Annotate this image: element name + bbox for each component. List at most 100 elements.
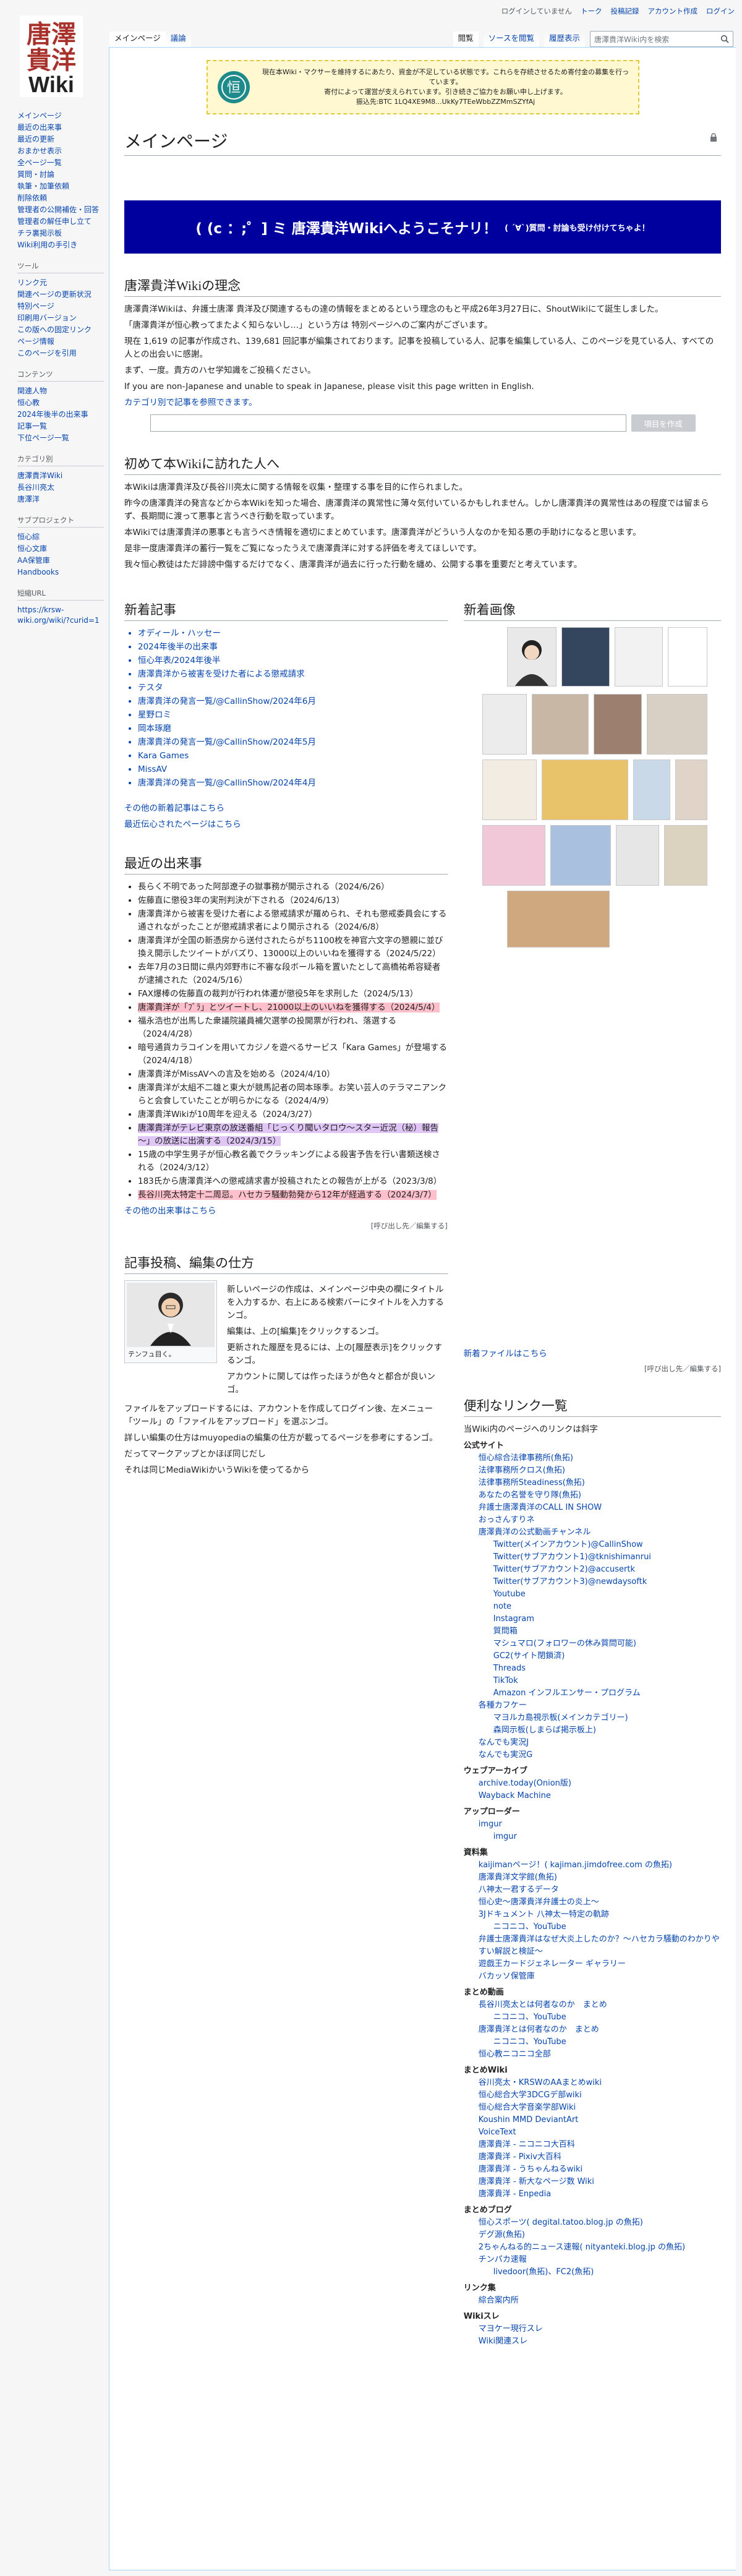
gallery-image[interactable] bbox=[506, 891, 610, 948]
link-item[interactable]: imgur bbox=[479, 1818, 721, 1831]
link-item[interactable]: Twitter(サブアカウント1)@tknishimanrui bbox=[493, 1551, 721, 1564]
sidebar-link[interactable]: Wiki利用の手引き bbox=[17, 239, 104, 251]
sidebar-link[interactable]: チラ裏掲示板 bbox=[17, 228, 104, 239]
gallery-image[interactable] bbox=[482, 760, 537, 820]
link-item[interactable]: 唐澤貴洋 - Pixiv大百科 bbox=[479, 2151, 721, 2163]
sidebar-link[interactable]: 全ページ一覧 bbox=[17, 157, 104, 169]
link-item[interactable]: archive.today(Onion版) bbox=[479, 1778, 721, 1790]
link-item[interactable]: 唐澤貴洋 - うちゃんねるwiki bbox=[479, 2163, 721, 2176]
gallery-image[interactable] bbox=[675, 760, 707, 820]
sidebar-link[interactable]: 最近の更新 bbox=[17, 134, 104, 145]
link-item[interactable]: Twitter(メインアカウント)@CallinShow bbox=[493, 1539, 721, 1551]
link-item[interactable]: マシュマロ(フォロワーの休み質問可能) bbox=[493, 1638, 721, 1650]
news-item[interactable]: テスタ bbox=[138, 682, 448, 695]
link-item[interactable]: 恒心教ニコニコ全部 bbox=[479, 2048, 721, 2061]
gallery-image[interactable] bbox=[482, 694, 527, 755]
link-item[interactable]: 弁護士唐澤貴洋はなぜ大炎上したのか？～ハセカラ騒動のわかりやすい解説と検証～ bbox=[479, 1933, 721, 1958]
tab-main-page[interactable]: メインページ bbox=[109, 32, 166, 47]
shorturl-link[interactable]: https://krsw-wiki.org/wiki/?curid=1 bbox=[17, 604, 104, 627]
images-edit-link[interactable]: [呼び出し先／編集する] bbox=[464, 1364, 721, 1374]
news-item[interactable]: MissAV bbox=[138, 763, 448, 776]
gallery-image[interactable] bbox=[646, 694, 707, 755]
category-link[interactable]: カテゴリ別で記事を参照できます。 bbox=[124, 396, 721, 409]
link-item[interactable]: 八神太一君するデータ bbox=[479, 1884, 721, 1896]
sidebar-link[interactable]: 最近の出来事 bbox=[17, 122, 104, 134]
sidebar-content-link[interactable]: 関連人物 bbox=[17, 385, 104, 397]
gallery-image[interactable] bbox=[633, 760, 670, 820]
news-item[interactable]: 岡本琢磨 bbox=[138, 722, 448, 735]
search-input[interactable]: 唐澤貴洋Wiki内を検索 bbox=[590, 31, 733, 47]
link-item[interactable]: Twitter(サブアカウント2)@accusertk bbox=[493, 1564, 721, 1576]
sidebar-category-link[interactable]: 長谷川亮太 bbox=[17, 482, 104, 494]
tab-read[interactable]: 閲覧 bbox=[453, 32, 479, 47]
link-item[interactable]: Koushin MMD DeviantArt bbox=[479, 2114, 721, 2126]
gallery-image[interactable] bbox=[550, 825, 611, 886]
link-item[interactable]: おっさんすりネ bbox=[479, 1514, 721, 1526]
link-item[interactable]: imgur bbox=[493, 1831, 721, 1843]
link-item[interactable]: 恒心総合大学3DCGデ部wiki bbox=[479, 2089, 721, 2102]
more-files-link[interactable]: 新着ファイルはこちら bbox=[464, 1348, 721, 1361]
link-item[interactable]: TikTok bbox=[493, 1675, 721, 1687]
link-item[interactable]: 唐澤貴洋とは何者なのか まとめ bbox=[479, 2024, 721, 2036]
link-item[interactable]: Instagram bbox=[493, 1613, 721, 1625]
link-item[interactable]: livedoor(魚拓)、FC2(魚拓) bbox=[493, 2266, 721, 2279]
create-page-button[interactable]: 項目を作成 bbox=[631, 414, 696, 432]
link-item[interactable]: 遊戯王カードジェネレーター ギャラリー bbox=[479, 1958, 721, 1971]
sidebar-link[interactable]: 執筆・加筆依頼 bbox=[17, 181, 104, 192]
link-item[interactable]: 唐澤貴洋 - ニコニコ大百科 bbox=[479, 2139, 721, 2151]
tab-history[interactable]: 履歴表示 bbox=[544, 32, 585, 47]
link-item[interactable]: 唐澤貴洋文学館(魚拓) bbox=[479, 1872, 721, 1884]
link-item[interactable]: ニコニコ、YouTube bbox=[493, 2036, 721, 2048]
create-account-link[interactable]: アカウント作成 bbox=[648, 6, 698, 16]
news-item[interactable]: 唐澤貴洋の発言一覧/@CallinShow/2024年4月 bbox=[138, 777, 448, 790]
link-item[interactable]: 綜合案内所 bbox=[479, 2295, 721, 2307]
sidebar-tool-link[interactable]: 関連ページの更新状況 bbox=[17, 289, 104, 301]
link-item[interactable]: 谷川亮太・KRSWのAAまとめwiki bbox=[479, 2077, 721, 2089]
sidebar-subproject-link[interactable]: Handbooks bbox=[17, 567, 104, 578]
lock-icon[interactable] bbox=[710, 133, 717, 142]
login-link[interactable]: ログイン bbox=[706, 6, 735, 16]
search-icon[interactable] bbox=[720, 35, 729, 43]
link-item[interactable]: デグ源(魚拓) bbox=[479, 2229, 721, 2241]
site-logo[interactable]: 唐澤 貴洋 Wiki bbox=[5, 10, 98, 103]
news-item[interactable]: 2024年後半の出来事 bbox=[138, 641, 448, 654]
link-item[interactable]: 唐澤貴洋 - Enpedia bbox=[479, 2188, 721, 2201]
link-item[interactable]: 恒心綜合法律事務所(魚拓) bbox=[479, 1452, 721, 1465]
sidebar-link[interactable]: 管理者の解任申し立て bbox=[17, 216, 104, 228]
gallery-image[interactable] bbox=[663, 825, 707, 886]
link-item[interactable]: Threads bbox=[493, 1662, 721, 1675]
gallery-image[interactable] bbox=[615, 825, 659, 886]
link-item[interactable]: 質問箱 bbox=[493, 1625, 721, 1638]
link-item[interactable]: 唐澤貴洋の公式動画チャンネル bbox=[479, 1526, 721, 1539]
news-item[interactable]: Kara Games bbox=[138, 750, 448, 763]
events-edit-link[interactable]: [呼び出し先／編集する] bbox=[124, 1221, 448, 1231]
link-item[interactable]: note bbox=[493, 1601, 721, 1613]
link-item[interactable]: 森岡示板(しまらば掲示板上) bbox=[493, 1724, 721, 1737]
gallery-image[interactable] bbox=[531, 694, 589, 755]
howto-thumbnail[interactable]: テンフュ目く。 bbox=[124, 1280, 217, 1363]
sidebar-tool-link[interactable]: リンク元 bbox=[17, 277, 104, 289]
link-item[interactable]: あなたの名誉を守り隊(魚拓) bbox=[479, 1489, 721, 1502]
link-item[interactable]: 弁護士唐澤貴洋のCALL IN SHOW bbox=[479, 1502, 721, 1514]
sidebar-content-link[interactable]: 下位ページ一覧 bbox=[17, 432, 104, 444]
link-item[interactable]: VoiceText bbox=[479, 2126, 721, 2139]
link-item[interactable]: Amazon インフルエンサー・プログラム bbox=[493, 1687, 721, 1700]
link-item[interactable]: 恒心総合大学音楽学部Wiki bbox=[479, 2102, 721, 2114]
link-item[interactable]: 2ちゃんねる的ニュース速報( nityanteki.blog.jp の魚拓) bbox=[479, 2241, 721, 2254]
sidebar-category-link[interactable]: 唐澤貴洋Wiki bbox=[17, 470, 104, 482]
link-item[interactable]: kaijimanページ！( kajiman.jimdofree.com の魚拓) bbox=[479, 1859, 721, 1872]
sidebar-category-link[interactable]: 唐澤洋 bbox=[17, 494, 104, 505]
link-item[interactable]: 法律事務所Steadiness(魚拓) bbox=[479, 1477, 721, 1489]
news-item[interactable]: 唐澤貴洋の発言一覧/@CallinShow/2024年6月 bbox=[138, 695, 448, 708]
news-item[interactable]: 恒心年表/2024年後半 bbox=[138, 654, 448, 667]
sidebar-subproject-link[interactable]: 恒心文庫 bbox=[17, 543, 104, 555]
more-news-link[interactable]: その他の新着記事はこちら bbox=[124, 802, 448, 815]
link-item[interactable]: 唐澤貴洋 - 新大なページ数 Wiki bbox=[479, 2176, 721, 2188]
gallery-image[interactable] bbox=[593, 694, 642, 755]
sidebar-link[interactable]: メインページ bbox=[17, 110, 104, 122]
sidebar-tool-link[interactable]: 印刷用バージョン bbox=[17, 312, 104, 324]
sidebar-link[interactable]: 削除依頼 bbox=[17, 192, 104, 204]
contribs-link[interactable]: 投稿記録 bbox=[611, 6, 639, 16]
link-item[interactable]: 恒心史～唐澤貴洋弁護士の炎上～ bbox=[479, 1896, 721, 1909]
sidebar-tool-link[interactable]: このページを引用 bbox=[17, 348, 104, 359]
